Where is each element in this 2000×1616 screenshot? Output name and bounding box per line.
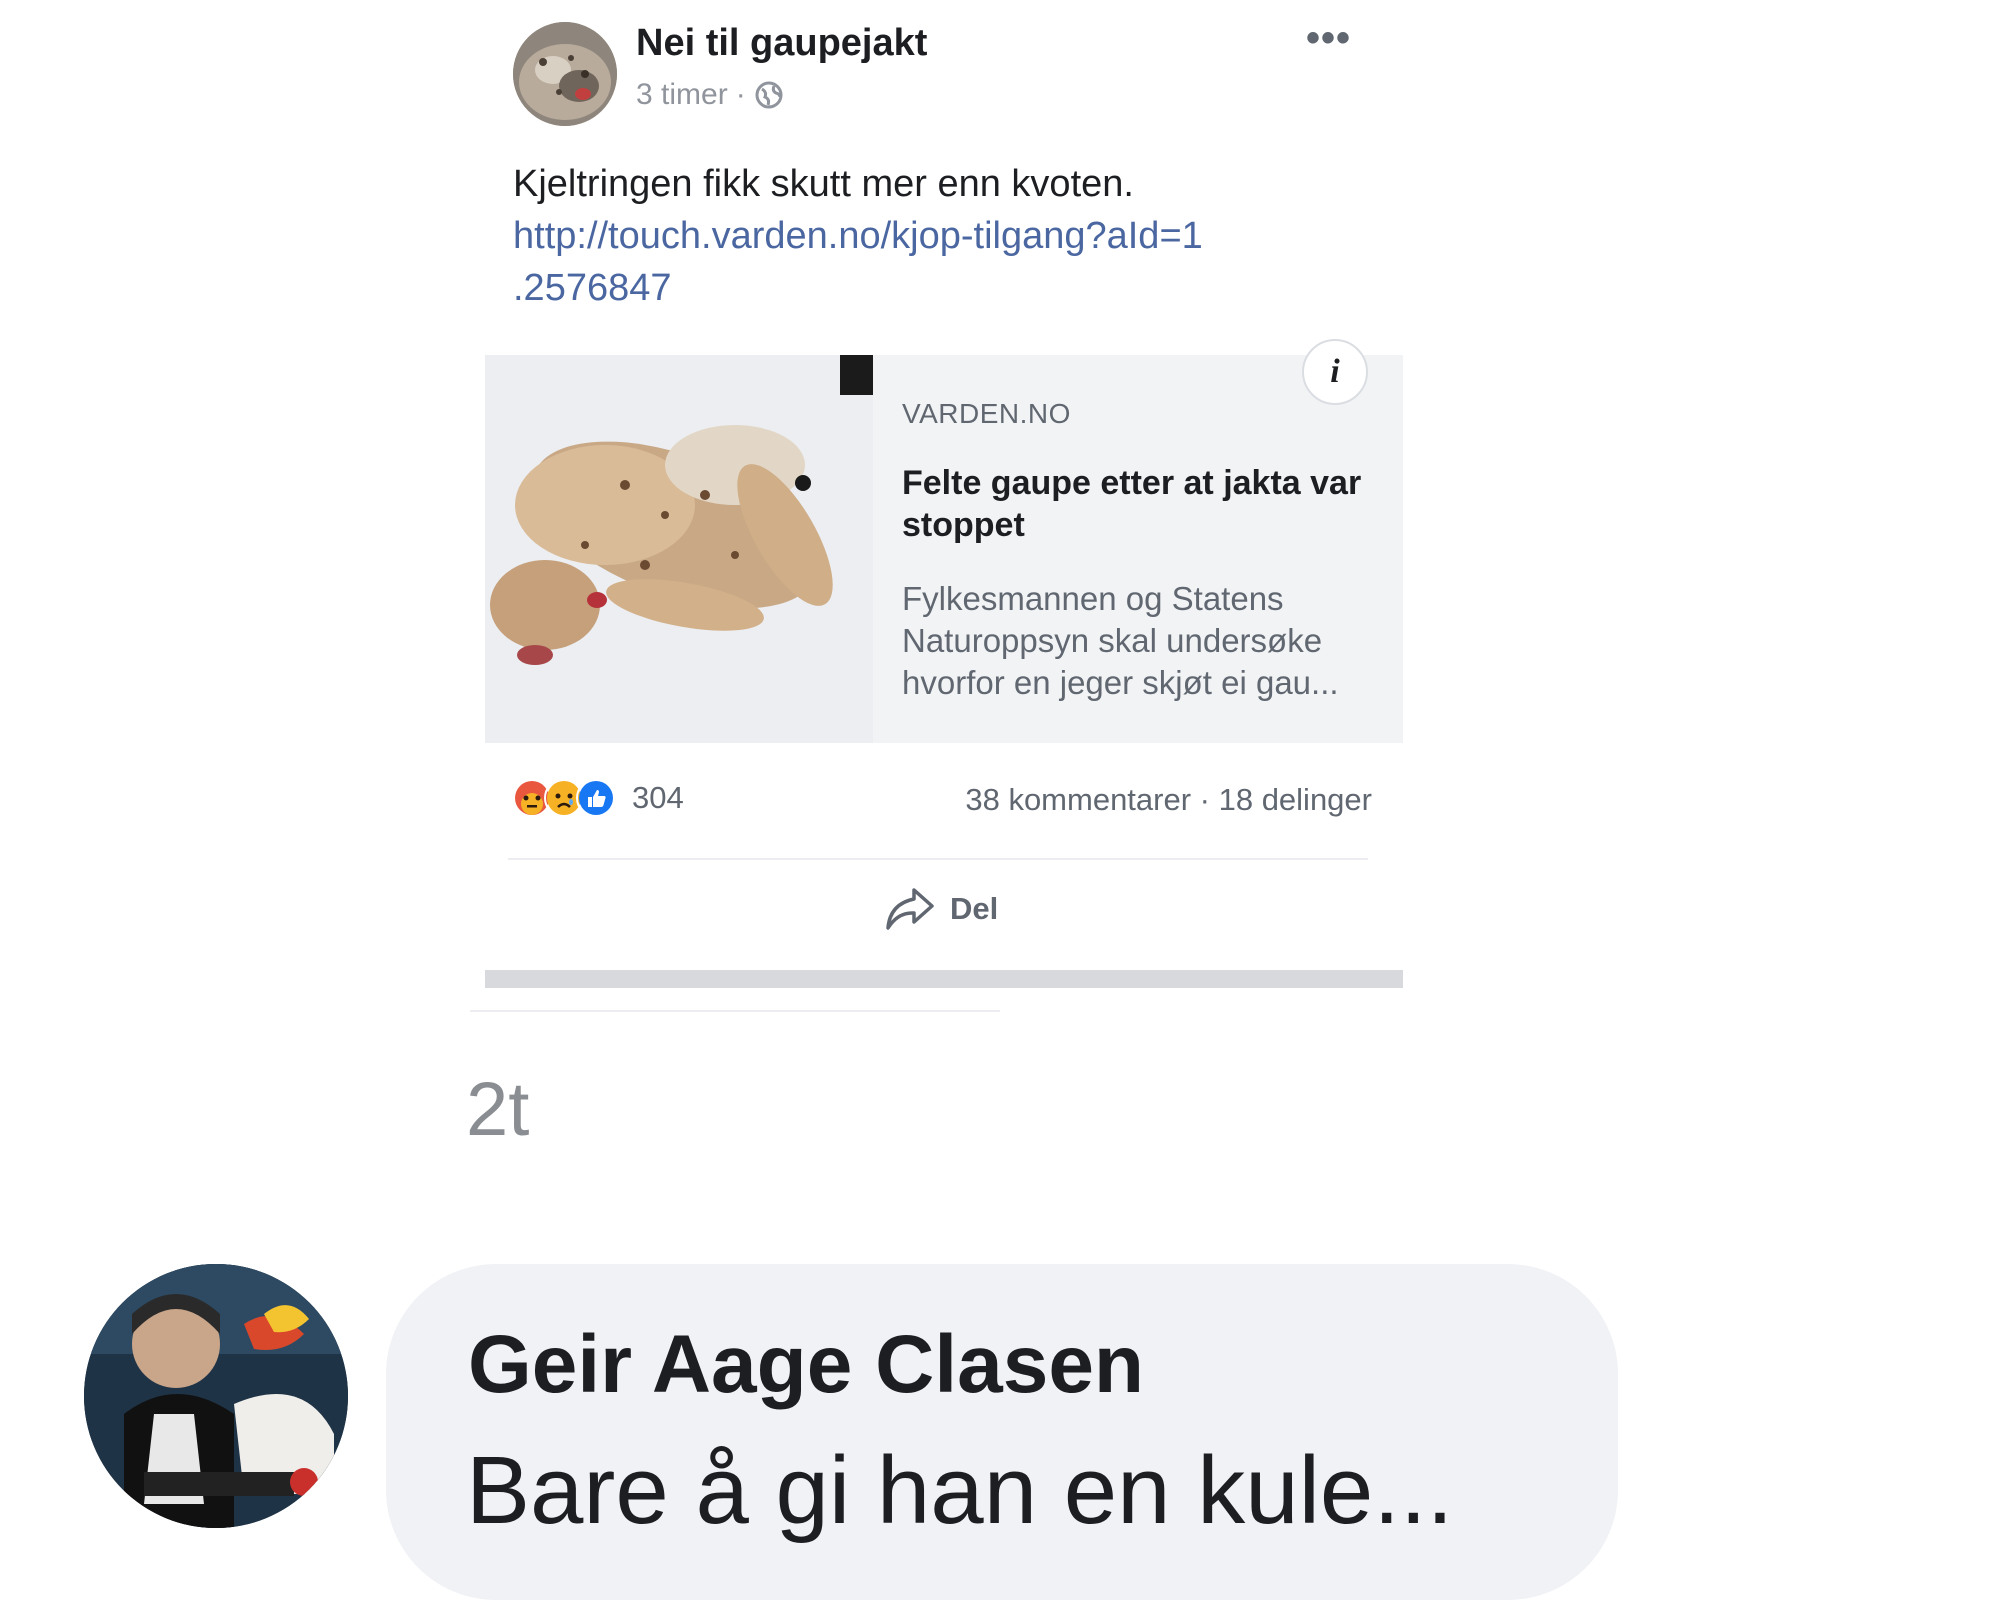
like-icon xyxy=(576,778,616,818)
comment-time: 2t xyxy=(466,1067,530,1152)
post-message: Kjeltringen fikk skutt mer enn kvoten. xyxy=(513,163,1134,205)
card-description: Fylkesmannen og Statens Naturoppsyn skal… xyxy=(902,580,1339,701)
share-label: Del xyxy=(950,891,999,926)
card-title[interactable]: Felte gaupe etter at jakta var stoppet xyxy=(902,462,1382,546)
comment-bubble[interactable] xyxy=(386,1264,1618,1600)
globe-icon xyxy=(754,80,784,110)
meta-separator: · xyxy=(735,78,746,111)
reaction-count: 304 xyxy=(632,780,684,815)
post-time[interactable]: 3 timer xyxy=(636,78,728,112)
share-button[interactable]: Del xyxy=(884,886,998,932)
post-separator xyxy=(485,970,1403,988)
page-avatar[interactable] xyxy=(513,22,617,126)
more-options-icon[interactable]: ••• xyxy=(1306,16,1351,61)
divider xyxy=(470,1010,1000,1012)
page-name[interactable]: Nei til gaupejakt xyxy=(636,22,927,65)
info-icon[interactable]: i xyxy=(1302,339,1368,405)
card-domain: VARDEN.NO xyxy=(902,398,1071,429)
post-link-line1[interactable]: http://touch.varden.no/kjop-tilgang?aId=… xyxy=(513,210,1413,262)
post-link-line2[interactable]: .2576847 xyxy=(513,262,1413,314)
comments-shares-count[interactable]: 38 kommentarer · 18 delinger xyxy=(965,782,1372,818)
reactions-summary[interactable]: 304 xyxy=(512,778,684,818)
post-meta: 3 timer · xyxy=(636,78,784,112)
comment-author[interactable]: Geir Aage Clasen xyxy=(468,1318,1144,1412)
comment-text: Bare å gi han en kule... xyxy=(466,1437,1454,1544)
divider xyxy=(508,858,1368,860)
commenter-avatar[interactable] xyxy=(84,1264,348,1528)
article-image[interactable] xyxy=(485,355,873,743)
share-arrow-icon xyxy=(886,888,934,930)
post-text: Kjeltringen fikk skutt mer enn kvoten. h… xyxy=(513,158,1413,314)
